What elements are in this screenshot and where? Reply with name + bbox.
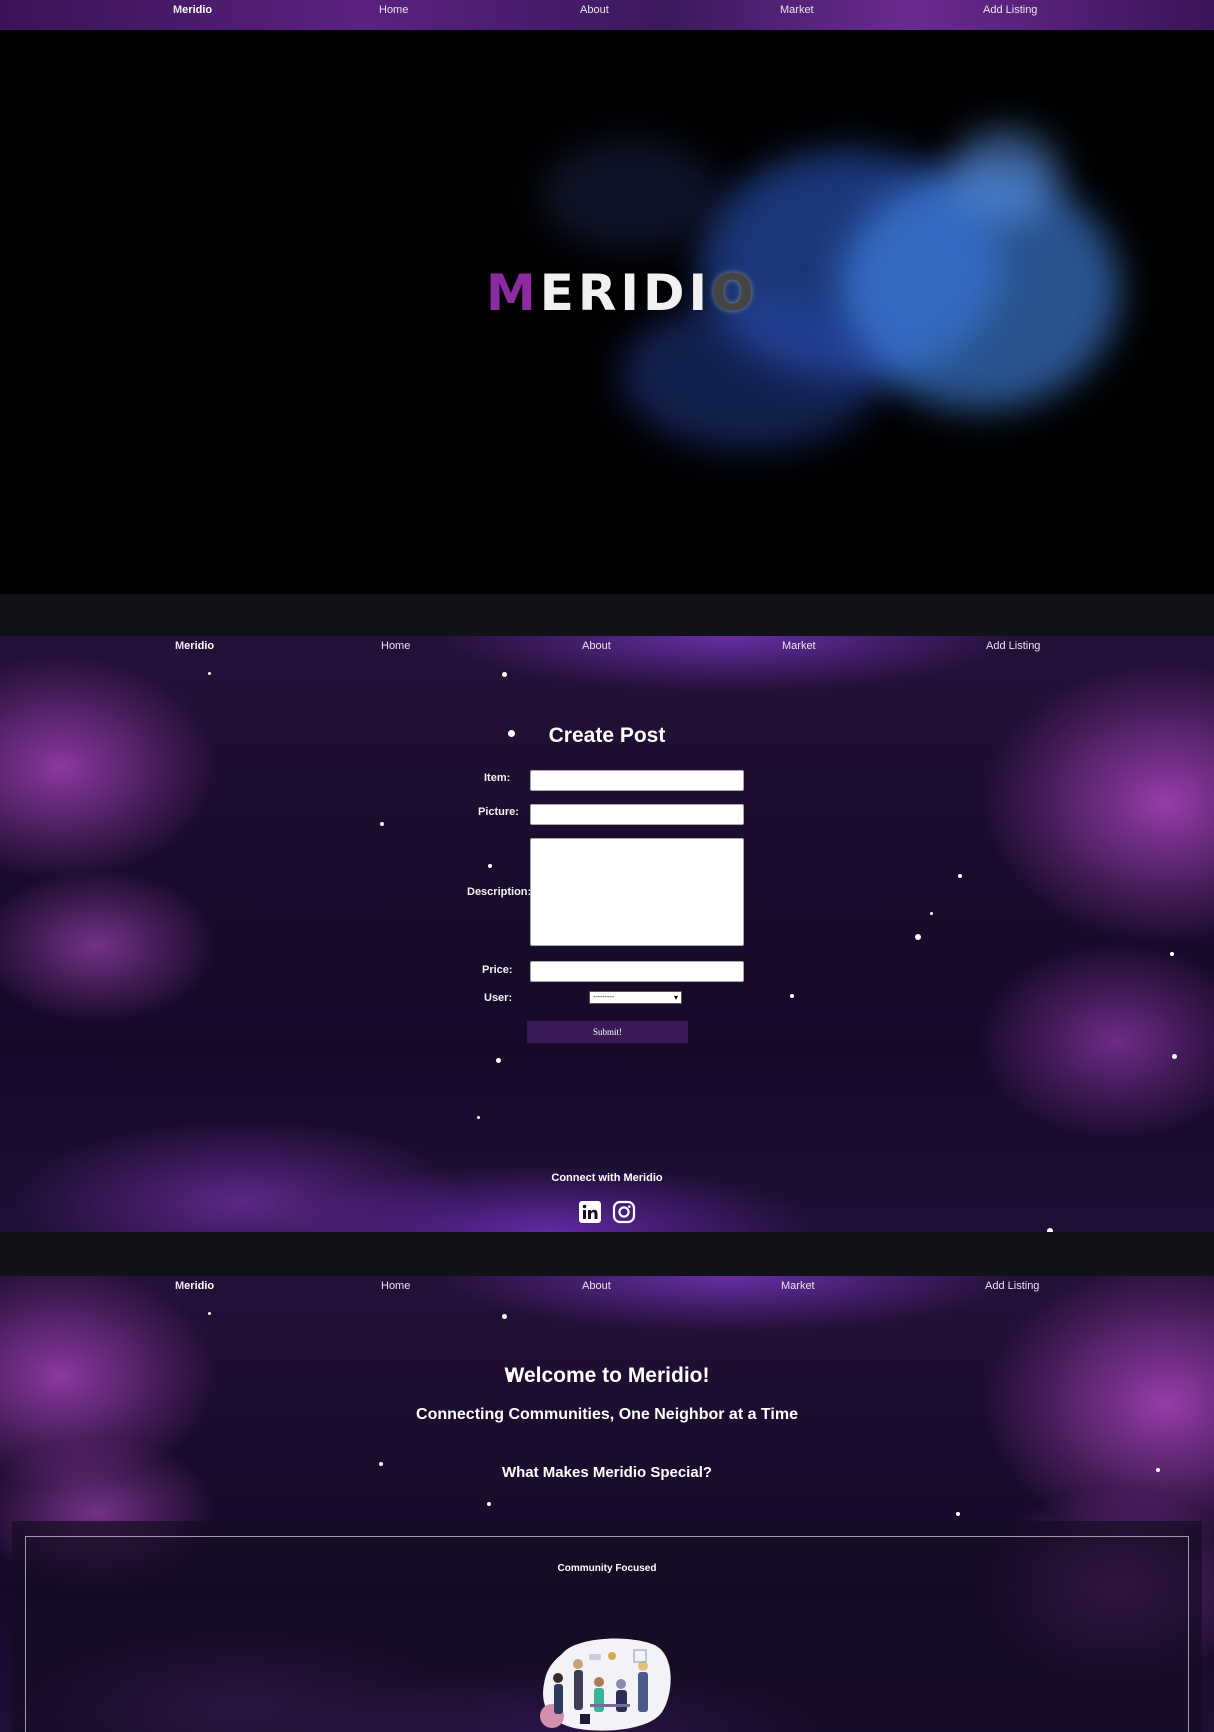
nav-add-listing-link[interactable]: Add Listing bbox=[985, 1280, 1039, 1292]
smoke-cloud bbox=[620, 300, 880, 450]
instagram-icon[interactable] bbox=[612, 1200, 636, 1224]
star bbox=[502, 672, 507, 677]
star bbox=[1047, 1228, 1053, 1232]
nav-brand-link[interactable]: Meridio bbox=[175, 1280, 214, 1292]
hero-title-middle: ERIDI bbox=[539, 264, 712, 322]
brand-rest: eridio bbox=[184, 1280, 215, 1292]
smoke-cloud bbox=[540, 140, 720, 250]
item-label: Item: bbox=[484, 772, 511, 784]
nav-brand-link[interactable]: Meridio bbox=[175, 640, 214, 652]
price-input[interactable] bbox=[530, 961, 744, 982]
brand-initial: M bbox=[173, 4, 183, 16]
nav-home-link[interactable]: Home bbox=[379, 4, 408, 16]
star bbox=[930, 912, 933, 915]
star bbox=[380, 822, 384, 826]
star bbox=[477, 1116, 480, 1119]
brand-initial: M bbox=[175, 1280, 185, 1292]
top-nav: Meridio Home About Market Add Listing bbox=[0, 1276, 1214, 1306]
hero-title-initial: M bbox=[486, 264, 540, 322]
top-nav: Meridio Home About Market Add Listing bbox=[0, 636, 1214, 666]
brand-rest: eridio bbox=[182, 4, 213, 16]
description-label: Description: bbox=[467, 886, 532, 898]
nav-brand-link[interactable]: Meridio bbox=[173, 4, 212, 16]
star bbox=[488, 864, 492, 868]
nav-add-listing-link[interactable]: Add Listing bbox=[983, 4, 1037, 16]
star bbox=[496, 1058, 501, 1063]
user-select[interactable]: --------- ▾ bbox=[589, 991, 682, 1004]
welcome-title: Welcome to Meridio! bbox=[504, 1364, 710, 1387]
brand-rest: eridio bbox=[184, 640, 215, 652]
hero-title-final: O bbox=[711, 264, 758, 322]
star bbox=[208, 672, 211, 675]
create-post-title: Create Post bbox=[548, 724, 666, 747]
nav-market-link[interactable]: Market bbox=[781, 1280, 815, 1292]
nav-about-link[interactable]: About bbox=[582, 1280, 611, 1292]
nav-home-link[interactable]: Home bbox=[381, 640, 410, 652]
smoke-cloud bbox=[950, 130, 1060, 220]
star bbox=[915, 934, 921, 940]
item-input[interactable] bbox=[530, 770, 744, 791]
star bbox=[1172, 1054, 1177, 1059]
nav-about-link[interactable]: About bbox=[580, 4, 609, 16]
picture-label: Picture: bbox=[478, 806, 519, 818]
star bbox=[956, 1512, 960, 1516]
price-label: Price: bbox=[482, 964, 513, 976]
star bbox=[487, 1502, 491, 1506]
user-select-value: --------- bbox=[593, 994, 614, 1001]
star bbox=[790, 994, 794, 998]
picture-input[interactable] bbox=[530, 804, 744, 825]
nav-add-listing-link[interactable]: Add Listing bbox=[986, 640, 1040, 652]
welcome-subtitle: Connecting Communities, One Neighbor at … bbox=[416, 1406, 798, 1423]
top-nav: Meridio Home About Market Add Listing bbox=[0, 0, 1214, 30]
create-post-section: Meridio Home About Market Add Listing Cr… bbox=[0, 636, 1214, 1232]
brand-initial: M bbox=[175, 640, 185, 652]
nav-market-link[interactable]: Market bbox=[782, 640, 816, 652]
nav-about-link[interactable]: About bbox=[582, 640, 611, 652]
connect-text: Connect with Meridio bbox=[551, 1172, 663, 1184]
submit-button[interactable]: Submit! bbox=[527, 1021, 688, 1043]
feature-title: Community Focused bbox=[557, 1563, 657, 1574]
community-illustration bbox=[540, 1638, 671, 1731]
hero-section: Meridio Home About Market Add Listing ME… bbox=[0, 0, 1214, 594]
user-label: User: bbox=[484, 992, 513, 1004]
nav-market-link[interactable]: Market bbox=[780, 4, 814, 16]
star bbox=[208, 1312, 211, 1315]
star bbox=[502, 1314, 507, 1319]
special-heading: What Makes Meridio Special? bbox=[501, 1464, 713, 1481]
star bbox=[1170, 952, 1174, 956]
welcome-section: Meridio Home About Market Add Listing We… bbox=[0, 1276, 1214, 1732]
description-textarea[interactable] bbox=[530, 838, 744, 946]
nav-home-link[interactable]: Home bbox=[381, 1280, 410, 1292]
linkedin-icon[interactable] bbox=[578, 1200, 602, 1224]
hero-title: MERIDIO bbox=[486, 264, 758, 322]
star bbox=[958, 874, 962, 878]
chevron-down-icon: ▾ bbox=[673, 993, 678, 1002]
